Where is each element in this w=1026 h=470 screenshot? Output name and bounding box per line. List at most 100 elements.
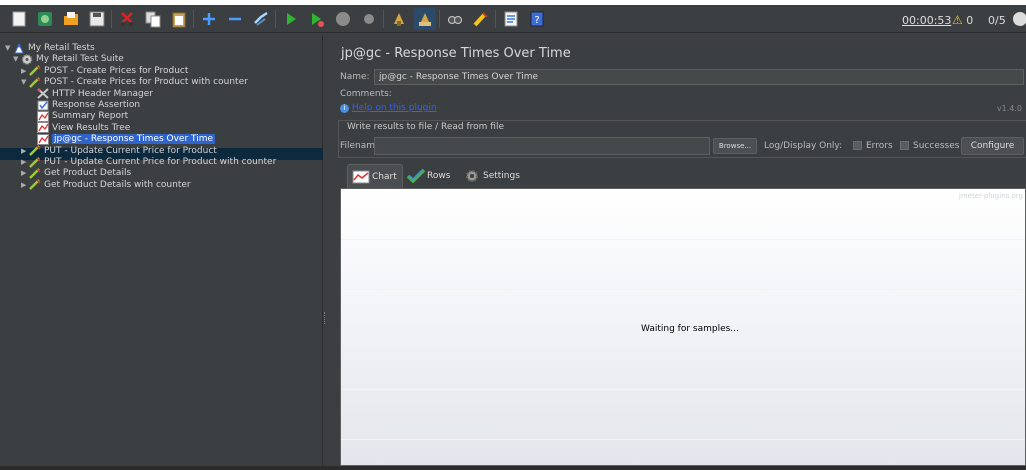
info-icon: i [340,103,349,113]
tree-item-label: PUT - Update Current Price for Product w… [44,157,277,167]
tree-item-label: POST - Create Prices for Product with co… [44,77,248,88]
shutdown-icon[interactable] [358,8,380,30]
expanded-arrow-icon[interactable]: ▼ [21,78,29,86]
warning-count: 0 [966,14,974,27]
tab-rows[interactable]: Rows [403,164,459,188]
tab-label: Rows [427,171,451,181]
browse-button[interactable]: Browse... [713,138,757,154]
tree-item[interactable]: ▶ PUT - Update Current Price for Product … [21,156,276,168]
successes-label: Successes [913,141,960,151]
collapsed-arrow-icon[interactable]: ▶ [21,181,29,189]
tab-label: Chart [372,171,397,182]
tree-item[interactable]: Response Assertion [29,99,140,111]
filename-field[interactable] [374,137,710,155]
tree-item[interactable]: ▼ My Retail Tests [5,42,95,54]
chart-icon [352,170,370,183]
listener-icon [37,110,49,122]
listener-icon [37,133,49,145]
listener-panel: jp@gc - Response Times Over Time Name: j… [329,36,1026,470]
checkmark-icon [407,169,425,183]
reset-search-icon[interactable] [470,8,492,30]
cut-icon[interactable] [116,8,138,30]
name-field[interactable]: jp@gc - Response Times Over Time [374,69,1024,85]
collapsed-arrow-icon[interactable]: ▶ [21,67,29,75]
paste-icon[interactable] [168,8,190,30]
tree-item[interactable]: ▶ POST - Create Prices for Product [21,65,188,77]
tree-item-label: Response Assertion [52,100,141,110]
sampler-icon [29,156,41,168]
chart-canvas[interactable]: jmeter-plugins.org Waiting for samples..… [340,188,1026,466]
templates-icon[interactable] [34,8,56,30]
tree-item[interactable]: ▼ My Retail Test Suite [13,53,124,65]
toolbar-separator [193,10,194,28]
collapse-icon[interactable] [224,8,246,30]
tree-item[interactable]: View Results Tree [29,122,130,134]
configure-button[interactable]: Configure [961,137,1024,155]
grid-line [341,289,1025,290]
tree-item[interactable]: jp@gc - Response Times Over Time [29,133,216,145]
toolbar-separator [383,10,384,28]
splitter-handle[interactable] [324,312,327,324]
toolbar-separator [111,10,112,28]
file-section-title: Write results to file / Read from file [345,122,506,132]
expanded-arrow-icon[interactable]: ▼ [13,55,21,63]
expanded-arrow-icon[interactable]: ▼ [5,44,13,52]
function-helper-icon[interactable] [500,8,522,30]
listener-icon [37,122,49,134]
tree-item[interactable]: HTTP Header Manager [29,88,153,100]
tree-item-label: View Results Tree [52,122,131,133]
warning-icon: ⚠ [952,13,963,27]
grid-line [341,439,1025,440]
grid-line [341,339,1025,340]
status-bar [0,466,1026,470]
sampler-icon [29,168,41,179]
stop-icon[interactable] [332,8,354,30]
collapsed-arrow-icon[interactable]: ▶ [21,169,29,177]
clear-icon[interactable] [388,8,410,30]
successes-checkbox[interactable] [900,141,909,150]
config-icon [37,88,49,99]
warning-indicator[interactable]: ⚠ 0 [952,13,973,27]
sampler-icon [29,145,41,156]
tree-item-label: jp@gc - Response Times Over Time [52,134,216,145]
tree-item-label: POST - Create Prices for Product [44,65,189,76]
help-link[interactable]: Help on this plugin [352,103,437,113]
tree-item[interactable]: ▶ Get Product Details with counter [21,179,191,191]
waiting-message: Waiting for samples... [641,324,739,334]
collapsed-arrow-icon[interactable]: ▶ [21,147,29,155]
gear-icon [466,170,478,182]
sampler-icon [29,76,41,88]
grid-line [341,389,1025,390]
open-icon[interactable] [60,8,82,30]
clear-all-icon[interactable] [414,8,436,30]
svg-text:?: ? [534,15,539,26]
tree-item[interactable]: Summary Report [29,110,128,122]
tree-item[interactable]: ▶ PUT - Update Current Price for Product [21,145,217,157]
log-display-label: Log/Display Only: [764,141,843,151]
active-threads: 0/5 [988,14,1006,27]
tree-item[interactable]: ▼ POST - Create Prices for Product with c… [21,76,248,88]
save-icon[interactable] [86,8,108,30]
toggle-icon[interactable] [250,8,272,30]
help-icon[interactable]: ? [526,8,548,30]
start-no-pauses-icon[interactable] [306,8,328,30]
sampler-icon [29,179,41,191]
remote-icon[interactable] [1013,12,1026,26]
tab-settings[interactable]: Settings [459,164,525,188]
comments-label: Comments: [340,89,392,99]
panel-title: jp@gc - Response Times Over Time [341,46,571,61]
errors-checkbox[interactable] [853,141,862,150]
tab-chart[interactable]: Chart [347,164,403,188]
start-icon[interactable] [280,8,302,30]
tree-item[interactable]: ▶ Get Product Details [21,167,131,179]
elapsed-timer: 00:00:53 [902,14,952,27]
toolbar: ? 00:00:53 ⚠ 0 0/5 [0,5,1026,33]
expand-icon[interactable] [198,8,220,30]
tree-item-label: PUT - Update Current Price for Product [44,145,217,156]
new-icon[interactable] [8,8,30,30]
collapsed-arrow-icon[interactable]: ▶ [21,158,29,166]
copy-icon[interactable] [142,8,164,30]
tree-item-label: Get Product Details with counter [44,179,191,190]
search-icon[interactable] [444,8,466,30]
help-row: i Help on this plugin [340,103,437,113]
